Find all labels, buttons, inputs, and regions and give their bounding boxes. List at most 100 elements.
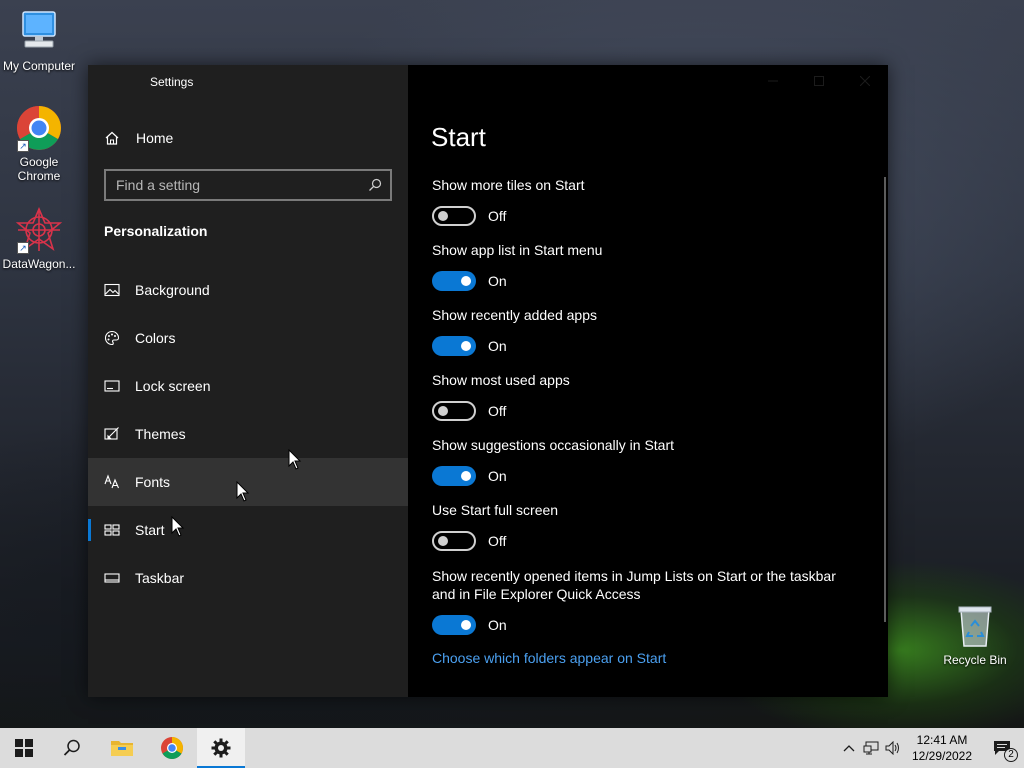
show-hidden-icons-button[interactable]: [838, 744, 860, 752]
scrollbar[interactable]: [884, 177, 886, 622]
nav-home-label: Home: [136, 130, 174, 146]
nav-item-label: Fonts: [135, 474, 171, 490]
system-tray: 12:41 AM 12/29/2022 2: [838, 728, 1024, 768]
taskbar-search-button[interactable]: [48, 728, 96, 768]
desktop-icon-recycle-bin[interactable]: Recycle Bin: [936, 602, 1014, 667]
fonts-icon: [104, 474, 120, 489]
network-button[interactable]: [860, 741, 882, 755]
toggle-most-used[interactable]: [432, 401, 476, 421]
start-button[interactable]: [0, 728, 48, 768]
nav-item-label: Start: [135, 522, 165, 538]
setting-label: Show recently opened items in Jump Lists…: [432, 568, 836, 602]
taskbar-file-explorer[interactable]: [98, 728, 146, 768]
toggle-recently-added[interactable]: [432, 336, 476, 356]
nav-item-taskbar[interactable]: Taskbar: [88, 554, 408, 602]
action-center-button[interactable]: 2: [980, 728, 1024, 768]
toggle-state-label: On: [488, 338, 507, 354]
toggle-state-label: On: [488, 617, 507, 633]
setting-label: Show recently added apps: [432, 307, 597, 323]
clock-time: 12:41 AM: [916, 733, 968, 747]
chrome-icon: ↗: [15, 104, 63, 152]
nav-item-label: Background: [135, 282, 210, 298]
search-icon[interactable]: [368, 178, 382, 192]
toggle-state-label: Off: [488, 533, 507, 549]
toggle-more-tiles[interactable]: [432, 206, 476, 226]
toggle-state-label: On: [488, 468, 507, 484]
palette-icon: [104, 330, 120, 346]
nav-item-label: Taskbar: [135, 570, 185, 586]
taskbar-settings[interactable]: [197, 728, 245, 768]
setting-suggestions: Show suggestions occasionally in Start O…: [432, 436, 852, 486]
recycle-bin-icon: [951, 602, 999, 650]
shortcut-arrow-icon: ↗: [17, 140, 29, 152]
setting-label: Show suggestions occasionally in Start: [432, 437, 675, 453]
nav-item-start[interactable]: Start: [88, 506, 408, 554]
desktop-icon-label: My Computer: [2, 59, 76, 73]
window-controls: [750, 65, 888, 97]
desktop-icon-label: Google Chrome: [17, 155, 61, 183]
setting-label: Show most used apps: [432, 372, 570, 388]
setting-more-tiles: Show more tiles on Start Off: [432, 176, 852, 226]
settings-window: Settings Home Personalization Backg: [88, 65, 888, 697]
taskbar: 12:41 AM 12/29/2022 2: [0, 728, 1024, 768]
search-icon: [63, 739, 80, 756]
nav-item-label: Colors: [135, 330, 176, 346]
setting-most-used: Show most used apps Off: [432, 371, 852, 421]
setting-app-list: Show app list in Start menu On: [432, 241, 852, 291]
computer-icon: [15, 8, 63, 56]
maximize-button[interactable]: [796, 65, 842, 97]
setting-label: Show app list in Start menu: [432, 242, 603, 258]
page-title: Start: [431, 122, 486, 152]
datawagon-icon: ↗: [15, 206, 63, 254]
notification-count-badge: 2: [1004, 748, 1018, 762]
toggle-state-label: Off: [488, 403, 507, 419]
speaker-icon: [885, 741, 899, 755]
folder-icon: [111, 741, 133, 756]
desktop-icon-google-chrome[interactable]: ↗ Google Chrome: [0, 104, 78, 183]
toggle-jump-lists[interactable]: [432, 615, 476, 635]
desktop-icon-label: Recycle Bin: [943, 653, 1007, 667]
nav-item-colors[interactable]: Colors: [88, 314, 408, 362]
search-input[interactable]: [116, 177, 368, 193]
search-box[interactable]: [104, 169, 392, 201]
toggle-full-screen[interactable]: [432, 531, 476, 551]
desktop-icon-my-computer[interactable]: My Computer: [0, 8, 78, 73]
nav-list: Background Colors Lock screen Themes Fon…: [88, 266, 408, 602]
chevron-up-icon: [843, 745, 855, 752]
nav-section-title: Personalization: [104, 223, 208, 239]
nav-item-background[interactable]: Background: [88, 266, 408, 314]
mouse-cursor-icon: [171, 516, 185, 537]
nav-home[interactable]: Home: [88, 119, 408, 157]
setting-label: Use Start full screen: [432, 502, 559, 518]
toggle-state-label: On: [488, 273, 507, 289]
close-button[interactable]: [842, 65, 888, 97]
minimize-button[interactable]: [750, 65, 796, 97]
nav-item-label: Themes: [135, 426, 186, 442]
window-title: Settings: [150, 75, 194, 89]
mouse-cursor-icon: [236, 481, 250, 502]
taskbar-icon: [104, 573, 120, 583]
chrome-icon: [161, 737, 183, 759]
clock-date: 12/29/2022: [911, 749, 973, 763]
toggle-app-list[interactable]: [432, 271, 476, 291]
choose-folders-link[interactable]: Choose which folders appear on Start: [432, 650, 666, 666]
maximize-icon: [814, 76, 824, 86]
nav-item-label: Lock screen: [135, 378, 211, 394]
close-icon: [860, 76, 870, 86]
volume-button[interactable]: [882, 741, 904, 755]
settings-nav-pane: Settings Home Personalization Backg: [88, 65, 408, 697]
setting-full-screen: Use Start full screen Off: [432, 501, 852, 551]
desktop-icon-datawagon[interactable]: ↗ DataWagon...: [0, 206, 78, 271]
taskbar-clock[interactable]: 12:41 AM 12/29/2022: [904, 732, 980, 764]
home-icon: [105, 131, 119, 145]
shortcut-arrow-icon: ↗: [17, 242, 29, 254]
lock-screen-icon: [104, 380, 120, 392]
nav-item-themes[interactable]: Themes: [88, 410, 408, 458]
windows-logo-icon: [15, 739, 33, 757]
image-icon: [104, 283, 120, 297]
toggle-suggestions[interactable]: [432, 466, 476, 486]
taskbar-chrome[interactable]: [148, 728, 196, 768]
minimize-icon: [768, 80, 778, 82]
nav-item-lock-screen[interactable]: Lock screen: [88, 362, 408, 410]
start-icon: [104, 524, 120, 536]
